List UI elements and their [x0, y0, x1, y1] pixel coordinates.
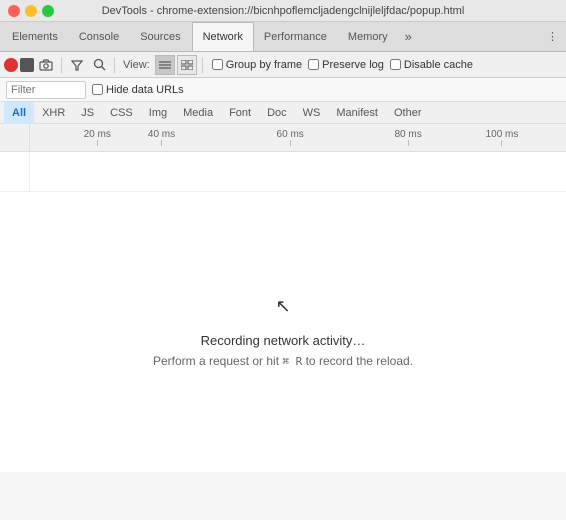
separator-3	[202, 57, 203, 73]
type-tab-all[interactable]: All	[4, 102, 34, 124]
preserve-log-label[interactable]: Preserve log	[308, 59, 384, 71]
timeline-empty-col	[0, 152, 30, 191]
minimize-button[interactable]	[25, 5, 37, 17]
tab-memory[interactable]: Memory	[338, 22, 399, 52]
tab-network[interactable]: Network	[192, 22, 254, 52]
timeline-row	[0, 152, 566, 192]
title-bar: DevTools - chrome-extension://bicnhpofle…	[0, 0, 566, 22]
timeline-bar-area: 20 ms 40 ms 60 ms 80 ms 100 ms	[30, 124, 566, 151]
devtools-menu-button[interactable]: ⋮	[541, 22, 564, 52]
hide-data-urls-checkbox[interactable]	[92, 84, 103, 95]
type-tab-js[interactable]: JS	[73, 102, 102, 124]
search-button[interactable]	[89, 55, 109, 75]
preserve-log-checkbox[interactable]	[308, 59, 319, 70]
type-tab-font[interactable]: Font	[221, 102, 259, 124]
camera-icon	[39, 59, 53, 71]
view-grid-button[interactable]	[177, 55, 197, 75]
timeline-name-column	[0, 124, 30, 151]
filter-icon[interactable]	[67, 55, 87, 75]
separator-2	[114, 57, 115, 73]
recording-text: Recording network activity…	[201, 333, 366, 348]
search-icon	[93, 58, 106, 71]
disable-cache-label[interactable]: Disable cache	[390, 59, 473, 71]
timeline-tick: 20 ms	[84, 129, 111, 146]
filter-input[interactable]	[6, 81, 86, 99]
list-view-icon	[159, 60, 171, 70]
type-tab-doc[interactable]: Doc	[259, 102, 295, 124]
timeline-tick: 40 ms	[148, 129, 175, 146]
view-list-button[interactable]	[155, 55, 175, 75]
timeline-header: 20 ms 40 ms 60 ms 80 ms 100 ms	[0, 124, 566, 152]
tab-performance[interactable]: Performance	[254, 22, 338, 52]
type-tab-media[interactable]: Media	[175, 102, 221, 124]
grid-view-icon	[181, 60, 193, 70]
clear-button[interactable]	[20, 58, 34, 72]
type-tab-ws[interactable]: WS	[295, 102, 329, 124]
separator-1	[61, 57, 62, 73]
filter-icon-svg	[71, 59, 83, 71]
type-tab-img[interactable]: Img	[141, 102, 175, 124]
camera-button[interactable]	[36, 55, 56, 75]
maximize-button[interactable]	[42, 5, 54, 17]
empty-state: ↖ Recording network activity… Perform a …	[0, 192, 566, 472]
tab-console[interactable]: Console	[69, 22, 130, 52]
hide-data-urls-label[interactable]: Hide data URLs	[92, 84, 184, 96]
group-by-frame-label[interactable]: Group by frame	[212, 59, 302, 71]
timeline-bar-empty	[30, 152, 566, 191]
stop-icon	[22, 60, 32, 70]
group-by-frame-checkbox[interactable]	[212, 59, 223, 70]
disable-cache-checkbox[interactable]	[390, 59, 401, 70]
cursor-icon: ↖	[275, 296, 290, 317]
network-toolbar: View: Group by frame Preserve log Disabl…	[0, 52, 566, 78]
timeline-tick: 100 ms	[486, 129, 519, 146]
type-tab-other[interactable]: Other	[386, 102, 430, 124]
shortcut-text: Perform a request or hit ⌘ R to record t…	[153, 354, 413, 368]
main-nav: Elements Console Sources Network Perform…	[0, 22, 566, 52]
filter-row: Hide data URLs	[0, 78, 566, 102]
type-tab-css[interactable]: CSS	[102, 102, 141, 124]
more-tabs-button[interactable]: »	[399, 22, 418, 52]
timeline-tick: 60 ms	[277, 129, 304, 146]
timeline-tick: 80 ms	[394, 129, 421, 146]
type-tab-xhr[interactable]: XHR	[34, 102, 73, 124]
type-filter-tabs: AllXHRJSCSSImgMediaFontDocWSManifestOthe…	[0, 102, 566, 124]
close-button[interactable]	[8, 5, 20, 17]
tab-sources[interactable]: Sources	[130, 22, 191, 52]
window-title: DevTools - chrome-extension://bicnhpofle…	[102, 5, 465, 17]
tab-elements[interactable]: Elements	[2, 22, 69, 52]
record-button[interactable]	[4, 58, 18, 72]
view-label: View:	[123, 59, 150, 71]
window-controls	[8, 5, 54, 17]
type-tab-manifest[interactable]: Manifest	[328, 102, 386, 124]
